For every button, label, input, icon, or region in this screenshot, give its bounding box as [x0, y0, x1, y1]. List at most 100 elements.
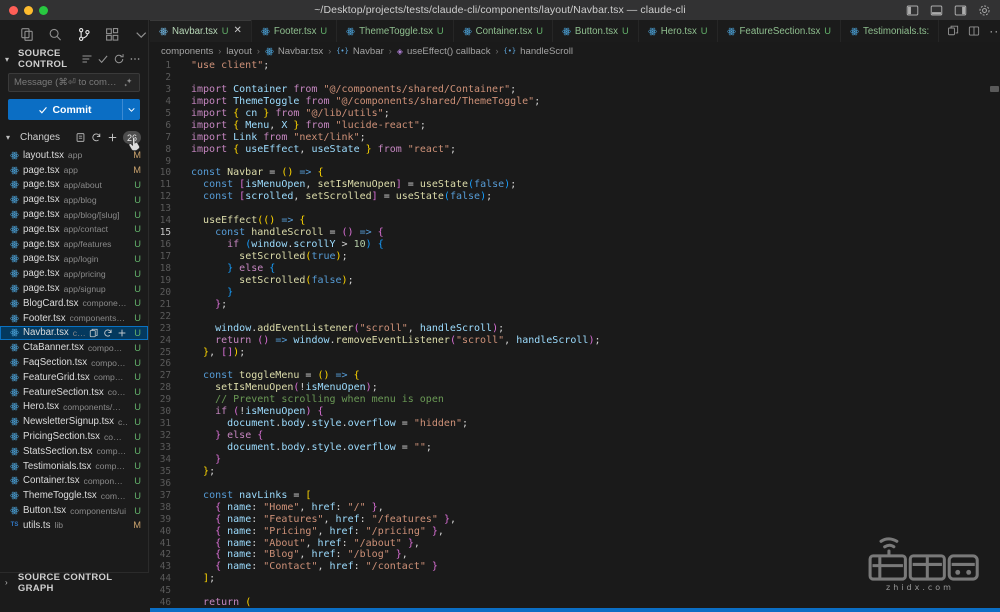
discard-changes-icon[interactable]: [103, 328, 113, 338]
toggle-secondary-sidebar-icon[interactable]: [954, 4, 967, 17]
changed-file-row[interactable]: page.tsxapp/blog/[slug]U: [0, 207, 148, 222]
toggle-primary-sidebar-icon[interactable]: [906, 4, 919, 17]
extensions-icon[interactable]: [105, 27, 119, 42]
code-line[interactable]: 9: [150, 156, 1000, 168]
commit-button-main[interactable]: Commit: [8, 104, 122, 116]
code-line[interactable]: 8import { useEffect, useState } from "re…: [150, 144, 1000, 156]
breadcrumb-item[interactable]: Navbar: [353, 46, 384, 57]
changed-file-row[interactable]: PricingSection.tsxcomp…U: [0, 429, 148, 444]
breadcrumb[interactable]: components›layout›Navbar.tsx›{•}Navbar›◈…: [150, 42, 1000, 60]
changed-file-row[interactable]: Container.tsxcomponent…U: [0, 474, 148, 489]
code-line[interactable]: 25 }, []);: [150, 347, 1000, 359]
code-line[interactable]: 2: [150, 72, 1000, 84]
plus-icon[interactable]: [107, 132, 118, 143]
changed-file-row-selected[interactable]: Navbar.tsxco…U: [0, 326, 148, 341]
code-line[interactable]: 4import ThemeToggle from "@/components/s…: [150, 96, 1000, 108]
changed-file-row[interactable]: FeatureSection.tsxcom…U: [0, 385, 148, 400]
breadcrumb-item[interactable]: components: [161, 46, 213, 57]
code-line[interactable]: 27 const toggleMenu = () => {: [150, 370, 1000, 382]
code-line[interactable]: 21 };: [150, 299, 1000, 311]
code-line[interactable]: 39 { name: "Features", href: "/features"…: [150, 514, 1000, 526]
changed-file-row[interactable]: Hero.tsxcomponents/ma…U: [0, 400, 148, 415]
changed-file-row[interactable]: page.tsxapp/aboutU: [0, 178, 148, 193]
editor-tab[interactable]: Navbar.tsxU✕: [150, 20, 252, 42]
source-control-graph-header[interactable]: › SOURCE CONTROL GRAPH: [0, 572, 149, 592]
open-changes-icon[interactable]: [89, 328, 99, 338]
changed-file-row[interactable]: page.tsxapp/blogU: [0, 192, 148, 207]
changed-file-row[interactable]: Button.tsxcomponents/uiU: [0, 503, 148, 518]
code-line[interactable]: 14 useEffect(() => {: [150, 215, 1000, 227]
code-line[interactable]: 42 { name: "Blog", href: "/blog" },: [150, 549, 1000, 561]
changed-file-row[interactable]: page.tsxapp/featuresU: [0, 237, 148, 252]
editor-tab[interactable]: Container.tsxU: [454, 20, 553, 42]
changed-file-row[interactable]: page.tsxappM: [0, 163, 148, 178]
chevron-down-icon[interactable]: [134, 27, 148, 42]
changed-file-row[interactable]: CtaBanner.tsxcompone…U: [0, 340, 148, 355]
toggle-panel-icon[interactable]: [930, 4, 943, 17]
breadcrumb-item[interactable]: Navbar.tsx: [278, 46, 323, 57]
editor-tab[interactable]: Button.tsxU: [553, 20, 639, 42]
editor-tab[interactable]: FeatureSection.tsxU: [718, 20, 842, 42]
code-line[interactable]: 19 setScrolled(false);: [150, 275, 1000, 287]
discard-all-icon[interactable]: [91, 132, 102, 143]
code-line[interactable]: 31 document.body.style.overflow = "hidde…: [150, 418, 1000, 430]
code-line[interactable]: 22: [150, 311, 1000, 323]
code-line[interactable]: 23 window.addEventListener("scroll", han…: [150, 323, 1000, 335]
code-line[interactable]: 41 { name: "About", href: "/about" },: [150, 538, 1000, 550]
file-row-actions[interactable]: [89, 328, 127, 338]
code-line[interactable]: 3import Container from "@/components/sha…: [150, 84, 1000, 96]
changed-file-row[interactable]: NewsletterSignup.tsxc…U: [0, 414, 148, 429]
code-line[interactable]: 10const Navbar = () => {: [150, 167, 1000, 179]
maximize-window-button[interactable]: [39, 6, 48, 15]
code-line[interactable]: 30 if (!isMenuOpen) {: [150, 406, 1000, 418]
changed-file-row[interactable]: page.tsxapp/loginU: [0, 252, 148, 267]
code-line[interactable]: 29 // Prevent scrolling when menu is ope…: [150, 394, 1000, 406]
more-actions-icon[interactable]: ···: [989, 25, 1000, 37]
changed-file-row[interactable]: Testimonials.tsxcomponen…U: [0, 459, 148, 474]
layout-editor-icon[interactable]: [968, 25, 980, 37]
changed-file-row[interactable]: FaqSection.tsxcompone…U: [0, 355, 148, 370]
editor-tab[interactable]: Testimonials.ts:: [841, 20, 939, 42]
code-line[interactable]: 20 }: [150, 287, 1000, 299]
chevron-down-icon[interactable]: ▾: [5, 55, 14, 64]
changed-file-row[interactable]: ThemeToggle.tsxcompo…U: [0, 488, 148, 503]
code-line[interactable]: 37 const navLinks = [: [150, 490, 1000, 502]
code-line[interactable]: 18 } else {: [150, 263, 1000, 275]
code-line[interactable]: 12 const [scrolled, setScrolled] = useSt…: [150, 191, 1000, 203]
code-line[interactable]: 24 return () => window.removeEventListen…: [150, 335, 1000, 347]
code-line[interactable]: 40 { name: "Pricing", href: "/pricing" }…: [150, 526, 1000, 538]
chevron-down-icon[interactable]: ▾: [6, 133, 15, 142]
changed-file-row[interactable]: TSutils.tslibM: [0, 518, 148, 533]
close-window-button[interactable]: [9, 6, 18, 15]
code-line[interactable]: 15 const handleScroll = () => {: [150, 227, 1000, 239]
changed-file-row[interactable]: BlogCard.tsxcomponent…U: [0, 296, 148, 311]
commit-message-input[interactable]: Message (⌘⏎ to com…: [8, 73, 140, 92]
chevron-right-icon[interactable]: ›: [5, 578, 14, 587]
changed-file-row[interactable]: page.tsxapp/signupU: [0, 281, 148, 296]
code-line[interactable]: 33 document.body.style.overflow = "";: [150, 442, 1000, 454]
view-as-list-icon[interactable]: [81, 53, 93, 65]
changed-file-row[interactable]: StatsSection.tsxcompo…U: [0, 444, 148, 459]
code-line[interactable]: 36: [150, 478, 1000, 490]
search-icon[interactable]: [48, 27, 62, 42]
breadcrumb-item[interactable]: layout: [226, 46, 252, 57]
code-line[interactable]: 5import { cn } from "@/lib/utils";: [150, 108, 1000, 120]
breadcrumb-item[interactable]: handleScroll: [520, 46, 573, 57]
changed-file-row[interactable]: FeatureGrid.tsxcompon…U: [0, 370, 148, 385]
changes-group-header[interactable]: ▾ Changes 26: [0, 128, 148, 147]
settings-gear-icon[interactable]: [978, 4, 991, 17]
editor-tab[interactable]: Hero.tsxU: [639, 20, 718, 42]
source-control-icon[interactable]: [77, 27, 91, 42]
editor-vertical-scrollbar[interactable]: [989, 60, 1000, 608]
more-actions-icon[interactable]: [129, 53, 141, 65]
code-line[interactable]: 1"use client";: [150, 60, 1000, 72]
split-editor-icon[interactable]: [947, 25, 959, 37]
changed-file-row[interactable]: Footer.tsxcomponents/la…U: [0, 311, 148, 326]
code-line[interactable]: 7import Link from "next/link";: [150, 132, 1000, 144]
stage-changes-icon[interactable]: [117, 328, 127, 338]
code-line[interactable]: 11 const [isMenuOpen, setIsMenuOpen] = u…: [150, 179, 1000, 191]
close-tab-icon[interactable]: ✕: [233, 26, 241, 36]
commit-dropdown-button[interactable]: [122, 99, 140, 120]
refresh-icon[interactable]: [113, 53, 125, 65]
code-line[interactable]: 17 setScrolled(true);: [150, 251, 1000, 263]
